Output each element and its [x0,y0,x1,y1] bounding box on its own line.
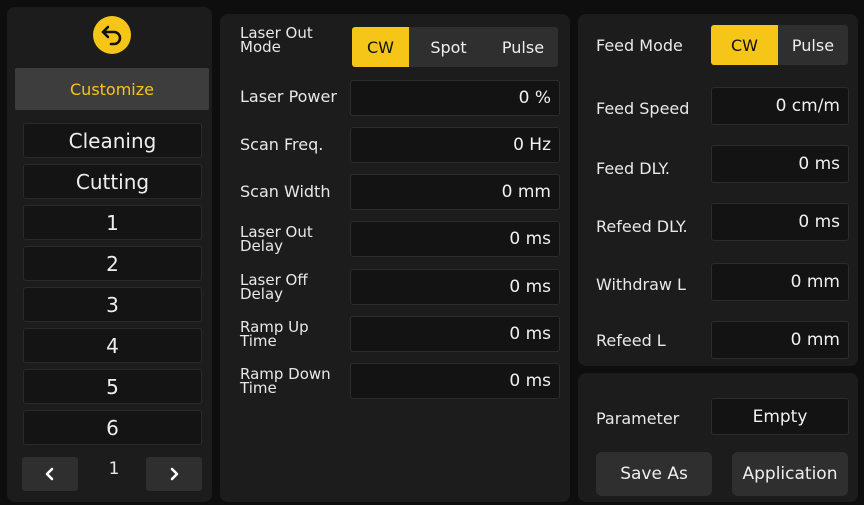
sidebar-item-6[interactable]: 6 [23,410,202,445]
application-button[interactable]: Application [732,452,848,496]
refeed-dly-label: Refeed DLY. [596,217,688,236]
feed-mode-pulse[interactable]: Pulse [778,25,848,65]
laser-power-label: Laser Power [240,87,337,106]
laser-out-delay-label: Laser Out Delay [240,225,313,255]
ramp-up-time-label-line2: Time [240,332,277,350]
ramp-down-time-label-line2: Time [240,379,277,397]
scan-width-label: Scan Width [240,182,331,201]
feed-speed-field[interactable]: 0 cm/m [711,87,849,125]
feed-mode-label: Feed Mode [596,36,683,55]
ramp-up-time-label: Ramp Up Time [240,320,309,350]
parameter-label: Parameter [596,409,680,428]
sidebar-item-1[interactable]: 1 [23,205,202,240]
back-arrow-icon [101,25,122,46]
ramp-down-time-field[interactable]: 0 ms [350,363,560,399]
feed-panel [578,14,858,366]
scan-freq-field[interactable]: 0 Hz [350,127,560,163]
save-as-button[interactable]: Save As [596,452,712,496]
sidebar-item-cutting[interactable]: Cutting [23,164,202,199]
laser-power-field[interactable]: 0 % [350,80,560,116]
feed-mode-cw[interactable]: CW [711,25,778,65]
refeed-l-field[interactable]: 0 mm [711,321,849,359]
laser-out-mode-label: Laser Out Mode [240,26,313,56]
laser-off-delay-field[interactable]: 0 ms [350,269,560,305]
laser-mode-cw[interactable]: CW [352,27,409,67]
chevron-right-icon [170,467,179,481]
prev-page-button[interactable] [22,457,78,491]
sidebar-item-5[interactable]: 5 [23,369,202,404]
parameter-value: Empty [711,398,849,435]
back-button[interactable] [93,16,131,54]
feed-speed-label: Feed Speed [596,99,690,118]
laser-out-mode-label-line2: Mode [240,38,281,56]
laser-out-delay-field[interactable]: 0 ms [350,221,560,257]
ramp-down-time-label: Ramp Down Time [240,367,331,397]
sidebar-item-3[interactable]: 3 [23,287,202,322]
scan-freq-label: Scan Freq. [240,135,324,154]
refeed-dly-field[interactable]: 0 ms [711,203,849,241]
laser-off-delay-label: Laser Off Delay [240,273,308,303]
sidebar-item-2[interactable]: 2 [23,246,202,281]
laser-off-delay-label-line2: Delay [240,285,284,303]
refeed-l-label: Refeed L [596,331,666,350]
laser-mode-pulse[interactable]: Pulse [488,27,558,67]
sidebar-item-4[interactable]: 4 [23,328,202,363]
next-page-button[interactable] [146,457,202,491]
chevron-left-icon [45,467,54,481]
withdraw-l-field[interactable]: 0 mm [711,263,849,301]
page-number: 1 [108,459,120,479]
laser-mode-spot[interactable]: Spot [409,27,488,67]
ramp-up-time-field[interactable]: 0 ms [350,316,560,352]
laser-out-delay-label-line2: Delay [240,237,284,255]
feed-dly-field[interactable]: 0 ms [711,145,849,183]
sidebar-item-cleaning[interactable]: Cleaning [23,123,202,158]
feed-dly-label: Feed DLY. [596,159,670,178]
customize-header: Customize [15,68,209,110]
withdraw-l-label: Withdraw L [596,275,686,294]
scan-width-field[interactable]: 0 mm [350,174,560,210]
